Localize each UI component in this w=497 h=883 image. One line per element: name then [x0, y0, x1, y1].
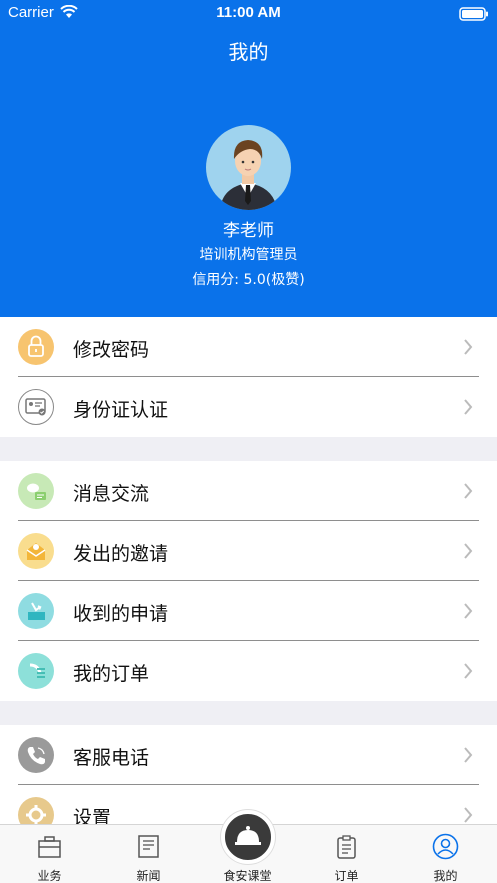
envelope-out-icon: [18, 533, 54, 569]
menu-item-messages[interactable]: 消息交流: [0, 461, 497, 521]
tab-label: 业务: [37, 869, 62, 883]
menu-item-my-orders[interactable]: 我的订单: [0, 641, 497, 701]
id-card-icon: [18, 389, 54, 425]
tab-orders[interactable]: 订单: [297, 825, 396, 883]
menu-item-customer-service[interactable]: 客服电话: [0, 725, 497, 785]
inbox-icon: [18, 593, 54, 629]
tab-label: 我的: [433, 869, 458, 883]
menu-label: 发出的邀请: [73, 543, 169, 565]
status-time: 11:00 AM: [216, 4, 281, 21]
battery-icon: [459, 6, 489, 25]
menu-label: 收到的申请: [73, 603, 169, 625]
tab-label: 订单: [334, 869, 359, 883]
phone-icon: [18, 737, 54, 773]
avatar[interactable]: [206, 125, 291, 210]
page-title: 我的: [228, 40, 269, 64]
clipboard-icon: [337, 835, 356, 859]
chevron-right-icon: [463, 398, 473, 420]
chevron-right-icon: [463, 482, 473, 504]
menu-label: 我的订单: [73, 663, 150, 685]
tab-business[interactable]: 业务: [0, 825, 99, 883]
lock-icon: [18, 329, 54, 365]
menu-item-received-applications[interactable]: 收到的申请: [0, 581, 497, 641]
cloche-icon: [235, 826, 261, 845]
menu-label: 身份证认证: [73, 399, 169, 421]
menu-item-id-verification[interactable]: 身份证认证: [0, 377, 497, 437]
tab-label: 食安课堂: [223, 869, 272, 883]
briefcase-icon: [38, 836, 61, 858]
user-credit-score: 信用分: 5.0(极赞): [192, 272, 305, 288]
newspaper-icon: [138, 835, 159, 858]
chevron-right-icon: [463, 662, 473, 684]
tab-label: 新闻: [136, 869, 161, 883]
tab-mine[interactable]: 我的: [396, 825, 495, 883]
chevron-right-icon: [463, 746, 473, 768]
menu-label: 修改密码: [73, 339, 150, 361]
menu-item-change-password[interactable]: 修改密码: [0, 317, 497, 377]
menu-item-sent-invitations[interactable]: 发出的邀请: [0, 521, 497, 581]
menu-label: 消息交流: [73, 483, 150, 505]
menu-group-account: 修改密码 身份证认证: [0, 317, 497, 437]
user-role: 培训机构管理员: [199, 247, 298, 263]
status-bar: Carrier 11:00 AM: [0, 0, 497, 26]
profile-header: Carrier 11:00 AM 我的 李老师 培训机构管理员 信用分: 5.0…: [0, 0, 497, 317]
user-name: 李老师: [223, 221, 274, 241]
tab-news[interactable]: 新闻: [99, 825, 198, 883]
chevron-right-icon: [463, 338, 473, 360]
food-safety-class-button[interactable]: [221, 810, 275, 864]
menu-label: 客服电话: [73, 747, 150, 769]
list-icon: [18, 653, 54, 689]
menu-group-messages: 消息交流 发出的邀请 收到的申请 我的订单: [0, 461, 497, 701]
chevron-right-icon: [463, 602, 473, 624]
chat-icon: [18, 473, 54, 509]
user-icon: [432, 833, 459, 860]
chevron-right-icon: [463, 542, 473, 564]
